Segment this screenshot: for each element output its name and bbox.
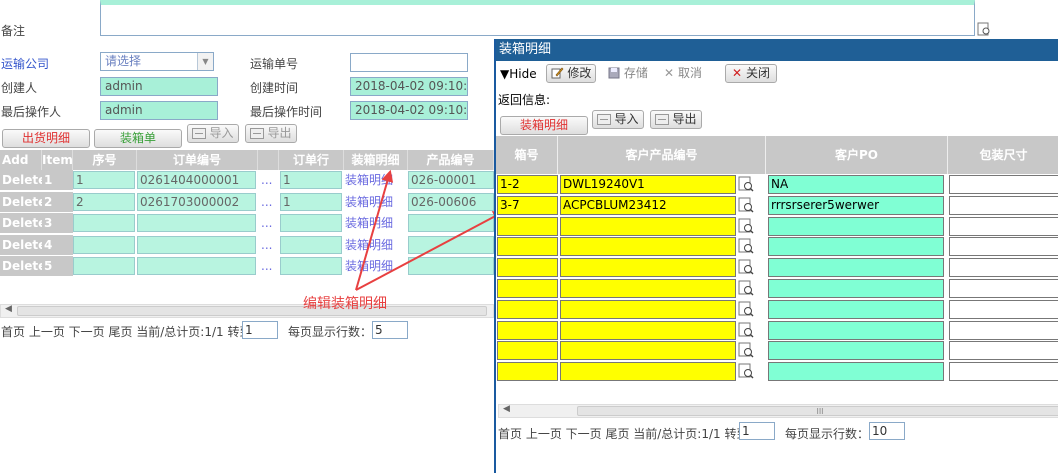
row-box-no-input[interactable] [497,279,558,298]
edit-icon [551,67,563,79]
row-customer-product-input[interactable] [560,299,736,319]
row-customer-product-input[interactable] [560,362,736,382]
dialog-scroll-thumb[interactable]: III [577,406,1058,416]
row-package-size-input[interactable] [949,258,1058,278]
table-row [496,216,1058,237]
close-button[interactable]: ✕ 关闭 [725,64,777,83]
header-package-size: 包装尺寸 [948,136,1058,174]
dialog-pager-per-page-label: 每页显示行数： [785,427,870,441]
row-customer-po-input[interactable]: rrrsrserer5werwer [768,195,944,215]
row-customer-po-input[interactable] [768,279,944,298]
table-row [496,236,1058,257]
row-box-no-input[interactable] [497,299,558,319]
dialog-import-label: 导入 [614,112,639,126]
lookup-icon[interactable] [738,197,754,213]
table-row [496,340,1058,361]
row-customer-po-input[interactable] [768,258,944,278]
cancel-x-icon: ✕ [664,66,675,80]
dialog-pager-per-page-input[interactable]: 10 [869,422,905,440]
table-row [496,361,1058,382]
dialog-pager-nav[interactable]: 首页 上一页 下一页 尾页 当前/总计页:1/1 转到 [498,425,748,442]
row-customer-po-input[interactable]: NA [768,175,944,194]
cancel-label: 取消 [677,66,702,80]
lookup-icon[interactable] [738,342,754,358]
row-box-no-input[interactable] [497,216,558,236]
edit-button[interactable]: 修改 [546,64,596,83]
row-package-size-input[interactable] [949,279,1058,298]
close-label: 关闭 [745,66,770,80]
row-customer-product-input[interactable] [560,320,736,340]
lookup-icon[interactable] [738,218,754,234]
save-icon [608,67,620,79]
annotation-text: 编辑装箱明细 [303,296,387,312]
dialog-export-label: 导出 [672,112,697,126]
dialog-export-icon [655,114,670,125]
tab-packing-detail[interactable]: 装箱明细 [500,116,588,135]
dialog-title: 装箱明细 [496,39,1058,61]
dialog-import-icon [597,114,612,125]
row-customer-po-input[interactable] [768,299,944,319]
lookup-icon[interactable] [738,301,754,317]
row-customer-po-input[interactable] [768,237,944,257]
row-box-no-input[interactable]: 1-2 [497,175,558,194]
row-box-no-input[interactable] [497,362,558,382]
table-row [496,299,1058,320]
row-package-size-input[interactable] [949,175,1058,194]
dialog-export-button[interactable]: 导出 [650,110,702,129]
row-customer-product-input[interactable] [560,237,736,257]
lookup-icon[interactable] [738,238,754,254]
row-customer-product-input[interactable] [560,258,736,278]
table-row [496,320,1058,341]
table-row: 3-7 ACPCBLUM23412 rrrsrserer5werwer [496,195,1058,216]
table-row [496,278,1058,299]
table-row: 1-2 DWL19240V1 NA [496,174,1058,195]
row-box-no-input[interactable]: 3-7 [497,195,558,215]
dialog-import-button[interactable]: 导入 [592,110,644,129]
lookup-icon[interactable] [738,280,754,296]
row-package-size-input[interactable] [949,195,1058,215]
row-customer-po-input[interactable] [768,216,944,236]
row-box-no-input[interactable] [497,341,558,361]
dialog-pager-goto-input[interactable]: 1 [739,422,775,440]
row-customer-po-input[interactable] [768,362,944,382]
row-package-size-input[interactable] [949,362,1058,382]
save-button[interactable]: 存储 [604,64,652,83]
return-info-label: 返回信息: [498,93,551,107]
lookup-icon[interactable] [738,176,754,192]
row-box-no-input[interactable] [497,237,558,257]
row-customer-po-input[interactable] [768,320,944,340]
lookup-icon[interactable] [738,363,754,379]
row-customer-product-input[interactable]: ACPCBLUM23412 [560,195,736,215]
row-customer-product-input[interactable] [560,341,736,361]
dialog-scroll-left-arrow-icon[interactable]: ◀ [503,404,510,414]
row-box-no-input[interactable] [497,258,558,278]
row-package-size-input[interactable] [949,299,1058,319]
close-icon: ✕ [732,66,743,80]
header-customer-product: 客户产品编号 [558,136,766,174]
row-package-size-input[interactable] [949,237,1058,257]
dialog-horizontal-scrollbar[interactable]: ◀ III [498,404,1058,418]
row-customer-product-input[interactable] [560,216,736,236]
row-box-no-input[interactable] [497,320,558,340]
dialog-scroll-grip: III [816,407,824,416]
row-customer-po-input[interactable] [768,341,944,361]
row-package-size-input[interactable] [949,320,1058,340]
lookup-icon[interactable] [738,259,754,275]
header-customer-po: 客户PO [766,136,948,174]
packing-detail-dialog: 装箱明细 ▼Hide 修改 存储 ✕ 取消 ✕ 关闭 返回信息: 装箱明细 导入… [494,39,1058,473]
edit-label: 修改 [567,66,592,80]
lookup-icon[interactable] [738,322,754,338]
row-customer-product-input[interactable]: DWL19240V1 [560,175,736,194]
row-package-size-input[interactable] [949,216,1058,236]
hide-toggle[interactable]: ▼Hide [500,67,537,81]
save-label: 存储 [623,66,648,80]
header-box-no: 箱号 [496,136,558,174]
annotation-arrow-to-modal [355,210,506,291]
row-customer-product-input[interactable] [560,279,736,298]
table-row [496,257,1058,278]
row-package-size-input[interactable] [949,341,1058,361]
annotation-arrow-to-grid [355,169,394,291]
cancel-button[interactable]: ✕ 取消 [658,64,708,83]
